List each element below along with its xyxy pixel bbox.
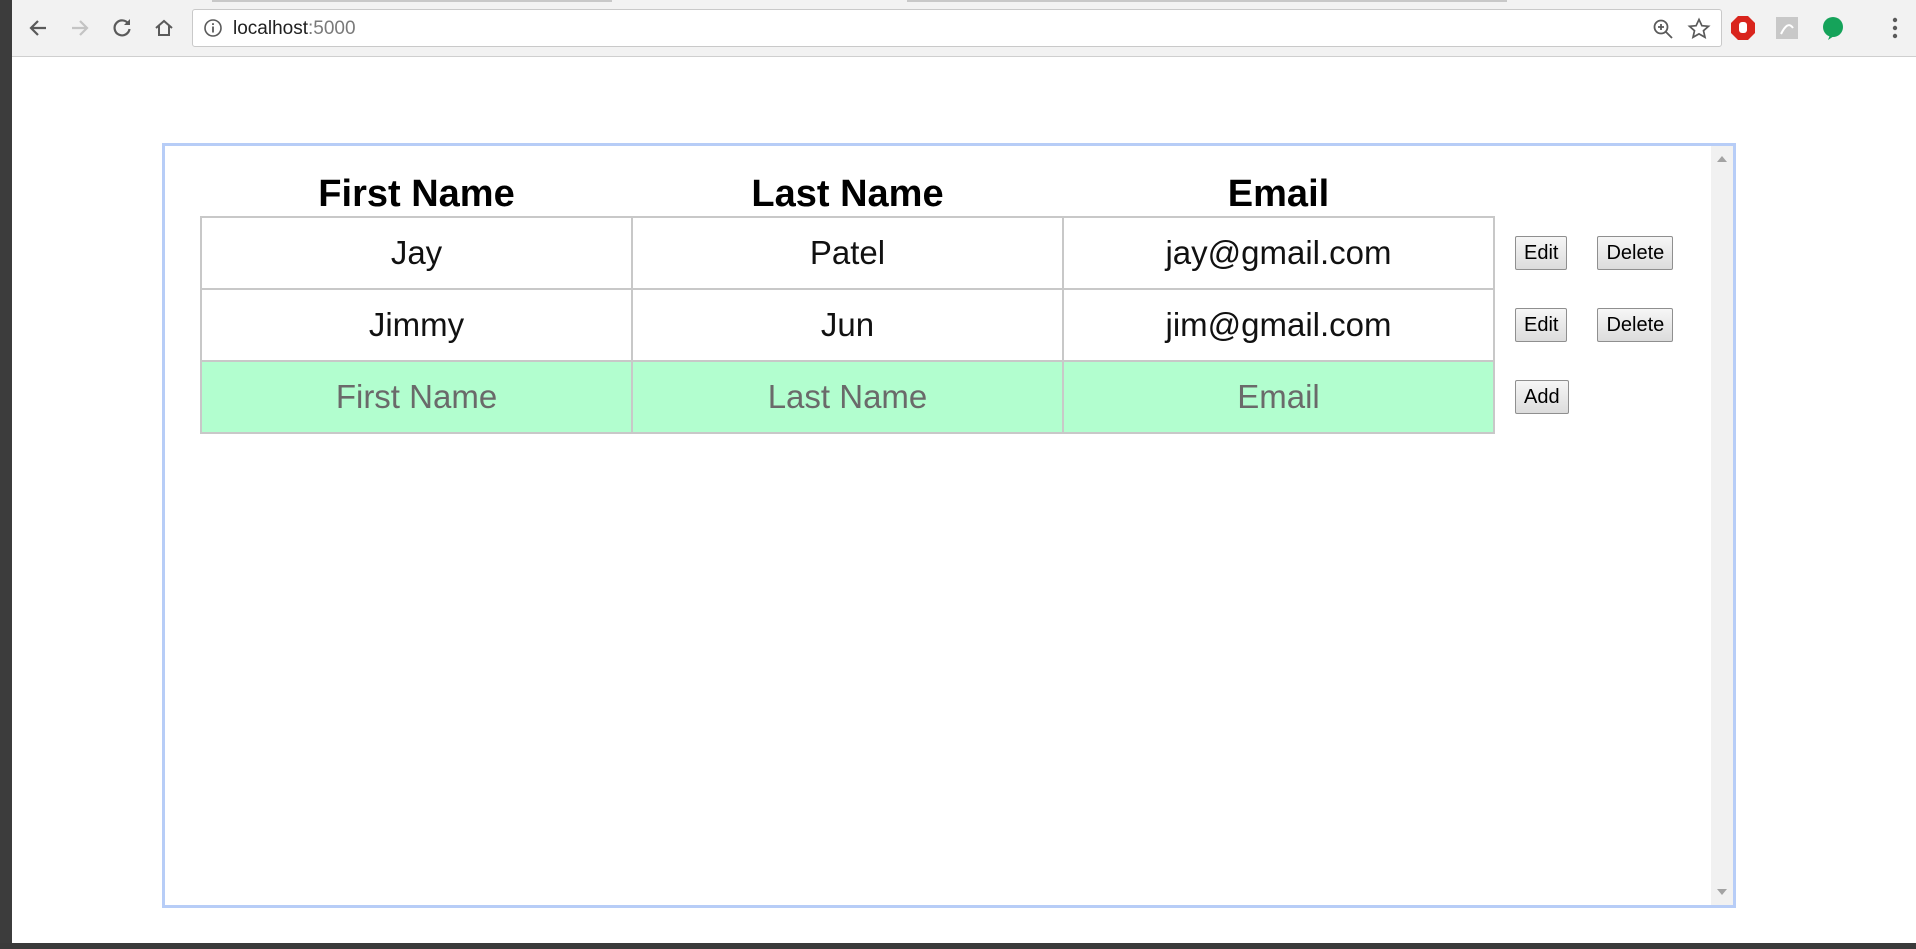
header-actions <box>1494 168 1715 217</box>
home-button[interactable] <box>148 12 180 44</box>
delete-button[interactable]: Delete <box>1597 308 1674 342</box>
row-actions: Edit Delete <box>1494 289 1715 361</box>
taskbar-edge <box>0 943 1916 949</box>
green-extension-icon[interactable] <box>1820 15 1846 41</box>
edit-button[interactable]: Edit <box>1515 236 1568 270</box>
cell-last-name: Jun <box>631 288 1064 362</box>
last-name-input[interactable]: Last Name <box>631 360 1064 434</box>
scroll-down-arrow-icon[interactable] <box>1717 889 1727 895</box>
cell-last-name: Patel <box>631 216 1064 290</box>
menu-icon[interactable] <box>1882 15 1908 41</box>
add-row: First Name Last Name Email Add <box>200 360 1715 434</box>
tab-edge <box>212 0 612 2</box>
pdf-icon[interactable] <box>1774 15 1800 41</box>
back-button[interactable] <box>22 12 54 44</box>
table-row: Jay Patel jay@gmail.com Edit Delete <box>200 216 1715 290</box>
first-name-input[interactable]: First Name <box>200 360 633 434</box>
table-header-row: First Name Last Name Email <box>201 168 1715 217</box>
scroll-up-arrow-icon[interactable] <box>1717 156 1727 162</box>
zoom-icon[interactable] <box>1651 17 1675 41</box>
cell-first-name: Jay <box>200 216 633 290</box>
forward-button[interactable] <box>64 12 96 44</box>
cell-first-name: Jimmy <box>200 288 633 362</box>
row-actions: Edit Delete <box>1494 217 1715 289</box>
delete-button[interactable]: Delete <box>1597 236 1674 270</box>
add-actions: Add <box>1494 361 1715 433</box>
url-host: localhost <box>233 18 308 39</box>
cell-email: jay@gmail.com <box>1062 216 1495 290</box>
adblock-icon[interactable] <box>1730 15 1756 41</box>
header-email: Email <box>1227 173 1330 215</box>
url-text[interactable]: localhost:5000 <box>233 18 356 40</box>
bookmark-star-icon[interactable] <box>1687 17 1711 41</box>
header-first-name: First Name <box>318 173 515 215</box>
edit-button[interactable]: Edit <box>1515 308 1568 342</box>
table-row: Jimmy Jun jim@gmail.com Edit Delete <box>200 288 1715 362</box>
address-bar[interactable]: localhost:5000 <box>192 9 1722 47</box>
reload-icon <box>113 19 131 37</box>
forward-icon <box>72 20 89 36</box>
home-icon <box>155 19 173 36</box>
cell-email: jim@gmail.com <box>1062 288 1495 362</box>
info-icon[interactable] <box>203 18 223 38</box>
email-input[interactable]: Email <box>1062 360 1495 434</box>
browser-toolbar: localhost:5000 <box>12 0 1916 57</box>
people-table: First Name Last Name Email Jay Patel jay… <box>200 168 1716 434</box>
add-button[interactable]: Add <box>1515 380 1569 414</box>
back-icon <box>29 20 46 36</box>
tab-edge <box>907 0 1507 2</box>
desktop-edge <box>0 0 12 949</box>
url-port: :5000 <box>308 18 356 39</box>
reload-button[interactable] <box>106 12 138 44</box>
header-last-name: Last Name <box>751 173 944 215</box>
